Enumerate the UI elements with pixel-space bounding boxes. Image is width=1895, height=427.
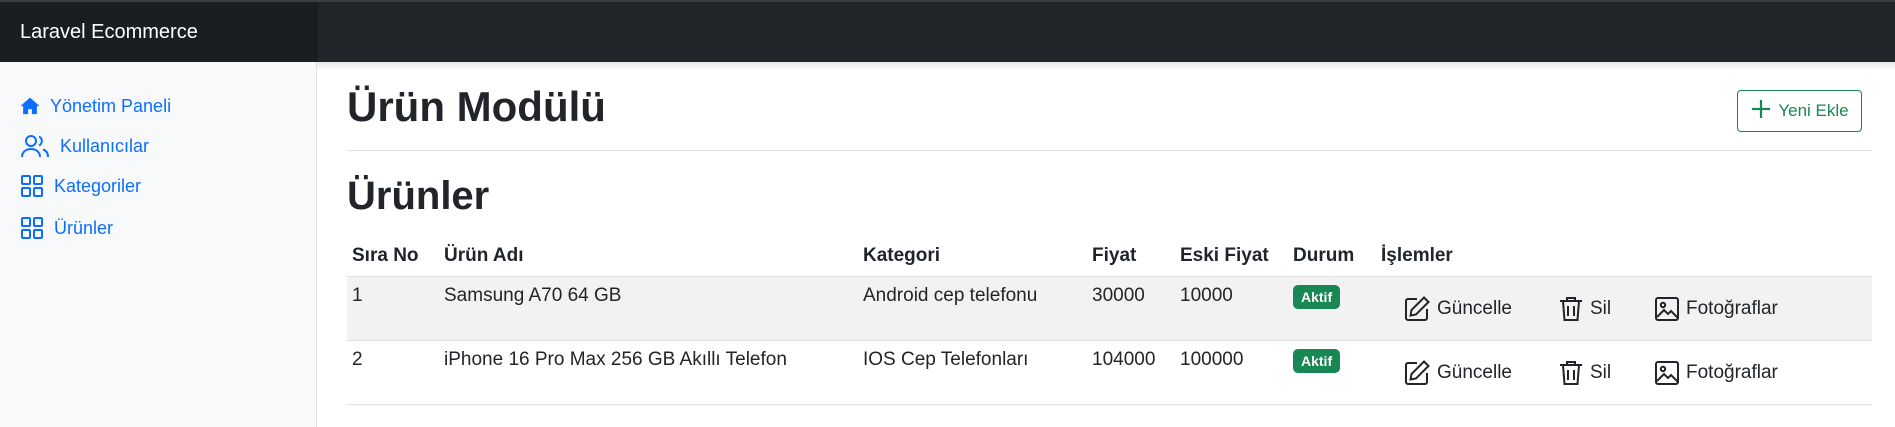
grid-icon	[20, 174, 44, 198]
status-badge: Aktif	[1293, 348, 1341, 373]
grid-icon	[20, 216, 44, 240]
column-header: Durum	[1293, 244, 1355, 266]
photos-label: Fotoğraflar	[1686, 297, 1778, 319]
cell-no: 2	[347, 339, 439, 405]
update-label: Güncelle	[1437, 297, 1512, 319]
cell-price: 30000	[1087, 275, 1175, 340]
column-header: Fiyat	[1092, 244, 1137, 266]
column-header: Sıra No	[352, 244, 419, 266]
sidebar-item-label: Kategoriler	[54, 175, 142, 196]
cell-category: Android cep telefonu	[858, 275, 1087, 340]
delete-label: Sil	[1590, 297, 1612, 319]
sidebar-item-users[interactable]: Kullanıcılar	[20, 128, 149, 164]
sidebar-item-label: Yönetim Paneli	[50, 95, 172, 116]
delete-label: Sil	[1590, 361, 1612, 383]
column-header: Ürün Adı	[444, 244, 524, 266]
main-content: Ürün Modülü Yeni Ekle Ürünler Sıra No Ür…	[347, 62, 1872, 427]
page-title: Ürün Modülü	[347, 83, 606, 130]
photos-button[interactable]: Fotoğraflar	[1654, 296, 1778, 322]
update-label: Güncelle	[1437, 361, 1512, 383]
cell-old-price: 10000	[1175, 275, 1288, 340]
sidebar: Yönetim Paneli Kullanıcılar Kategoriler …	[0, 62, 317, 427]
cell-actions: Güncelle Sil Fotoğraflar	[1376, 275, 1872, 340]
delete-button[interactable]: Sil	[1558, 359, 1654, 387]
photos-label: Fotoğraflar	[1686, 361, 1778, 383]
section-title: Ürünler	[347, 174, 490, 218]
sidebar-item-categories[interactable]: Kategoriler	[20, 168, 141, 204]
sidebar-item-dashboard[interactable]: Yönetim Paneli	[20, 88, 171, 124]
house-icon	[20, 96, 40, 116]
table-row: 1 Samsung A70 64 GB Android cep telefonu…	[347, 275, 1872, 340]
cell-status: Aktif	[1288, 339, 1376, 405]
cell-status: Aktif	[1288, 275, 1376, 340]
cell-price: 104000	[1087, 339, 1175, 405]
column-header: Eski Fiyat	[1180, 244, 1269, 266]
plus-icon	[1750, 98, 1772, 125]
sidebar-item-label: Ürünler	[54, 217, 114, 238]
image-icon	[1654, 360, 1680, 386]
cell-old-price: 100000	[1175, 339, 1288, 405]
cell-category: IOS Cep Telefonları	[858, 339, 1087, 405]
image-icon	[1654, 296, 1680, 322]
delete-button[interactable]: Sil	[1558, 295, 1654, 323]
table-row: 2 iPhone 16 Pro Max 256 GB Akıllı Telefo…	[347, 339, 1872, 405]
photos-button[interactable]: Fotoğraflar	[1654, 360, 1778, 386]
table-header-row: Sıra No Ürün Adı Kategori Fiyat Eski Fiy…	[347, 236, 1872, 276]
column-header: Kategori	[863, 244, 941, 266]
trash-icon	[1558, 295, 1584, 323]
edit-icon	[1403, 295, 1431, 323]
cell-actions: Güncelle Sil Fotoğraflar	[1376, 339, 1872, 405]
update-button[interactable]: Güncelle	[1403, 359, 1558, 387]
add-new-button[interactable]: Yeni Ekle	[1737, 90, 1862, 132]
status-badge: Aktif	[1293, 284, 1341, 309]
edit-icon	[1403, 359, 1431, 387]
brand-title[interactable]: Laravel Ecommerce	[0, 2, 317, 62]
divider	[347, 150, 1872, 151]
products-table: Sıra No Ürün Adı Kategori Fiyat Eski Fiy…	[347, 236, 1872, 405]
cell-name: Samsung A70 64 GB	[439, 275, 858, 340]
add-new-label: Yeni Ekle	[1778, 101, 1849, 120]
top-navbar: Laravel Ecommerce	[0, 0, 1895, 62]
users-icon	[20, 133, 50, 159]
trash-icon	[1558, 359, 1584, 387]
sidebar-item-products[interactable]: Ürünler	[20, 210, 113, 246]
sidebar-item-label: Kullanıcılar	[60, 135, 150, 156]
cell-name: iPhone 16 Pro Max 256 GB Akıllı Telefon	[439, 339, 858, 405]
column-header: İşlemler	[1381, 244, 1453, 266]
cell-no: 1	[347, 275, 439, 340]
update-button[interactable]: Güncelle	[1403, 295, 1558, 323]
